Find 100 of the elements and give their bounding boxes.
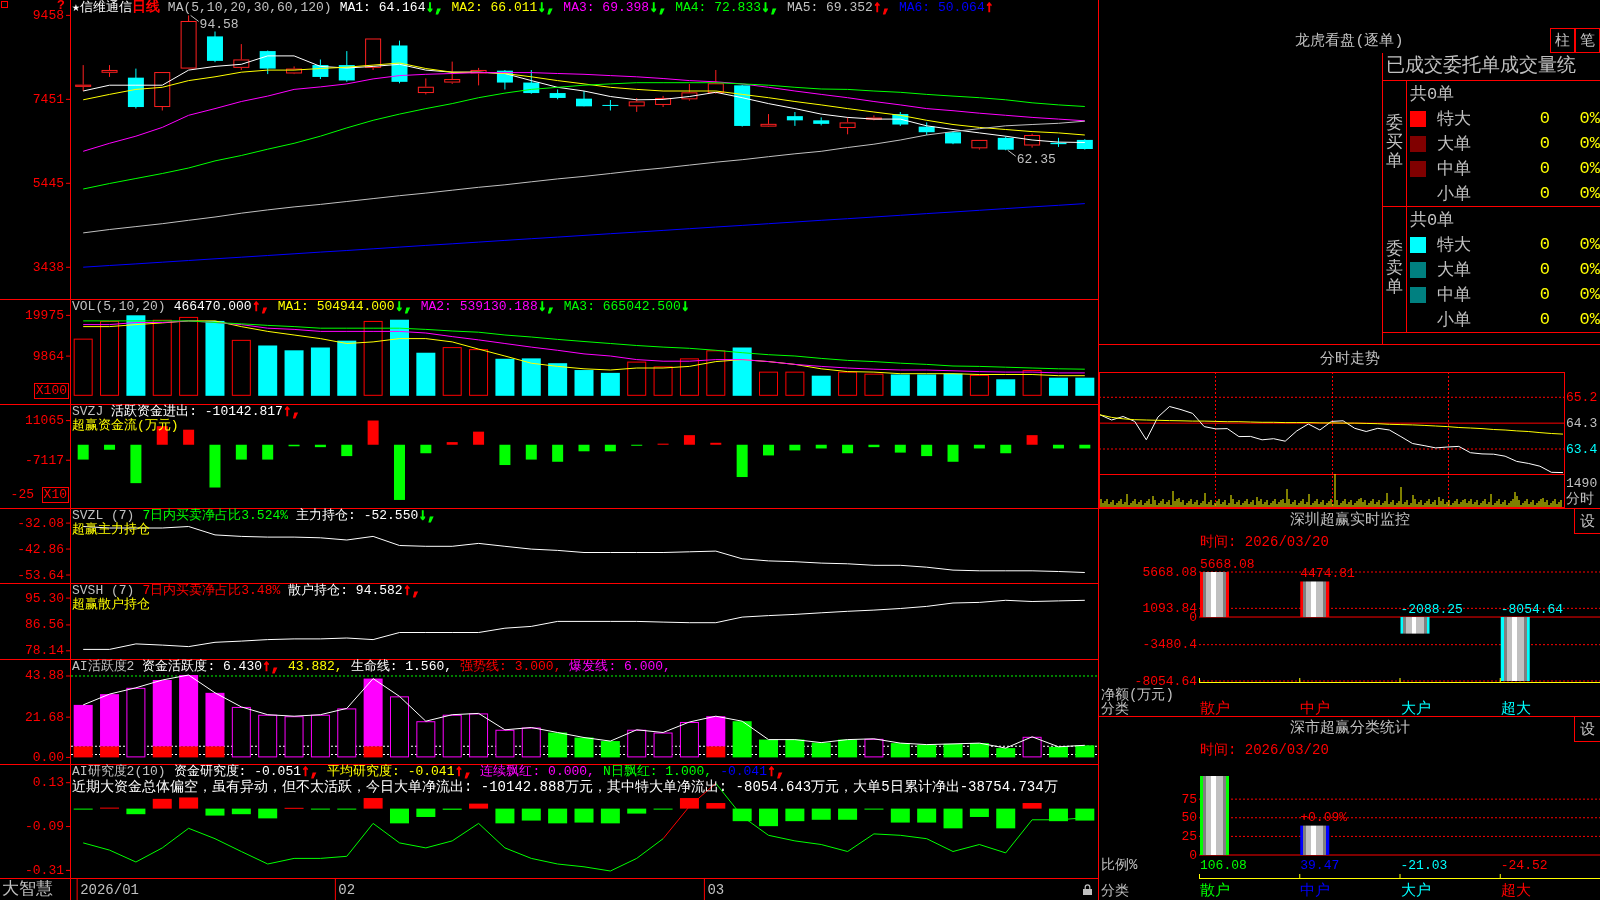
axis-label: -25 [10, 487, 34, 503]
axis-label: 63.4 [1566, 441, 1598, 457]
date-label: 03 [707, 881, 725, 898]
axis-label: 1490 [1566, 475, 1598, 491]
order-size-label: 中单 [1437, 159, 1471, 180]
order-size-label: 小单 [1437, 184, 1471, 205]
panel-title: 分时走势 [1319, 349, 1380, 368]
trend-arrow: ↓, [418, 508, 437, 523]
indicator-name: AI研究度2(10) [72, 764, 166, 779]
table-title: 已成交委托单成交量统 [1386, 55, 1576, 77]
axis-label: 65.2 [1566, 389, 1598, 405]
order-total: 共0单 [1410, 210, 1455, 231]
trend-arrow: ↑, [872, 0, 891, 15]
indicator-value: MA5: 69.352 [787, 0, 873, 15]
trend-arrow: ↑, [766, 764, 785, 779]
indicator-name: SVSH (7) [72, 583, 135, 598]
trend-arrow: ↑ [984, 0, 994, 15]
axis-label: -7117 [25, 452, 64, 468]
axis-label: 19975 [25, 307, 64, 323]
indicator-value: 466470.000 [173, 299, 252, 314]
trend-arrow: ↓, [649, 0, 668, 15]
axis-label: 21.68 [25, 709, 64, 725]
trend-arrow: ↓ [680, 299, 690, 314]
axis-label: -53.64 [17, 567, 64, 583]
order-percent: 0% [1579, 235, 1600, 254]
order-size-label: 大单 [1437, 260, 1471, 281]
trend-arrow: ↑, [251, 299, 270, 314]
period-label: 日线 [131, 0, 160, 15]
indicator-value: N日飘红: 1.000, [602, 764, 713, 779]
order-count: 0 [1539, 285, 1550, 304]
axis-label: -0.31 [25, 862, 64, 878]
indicator-value: 爆发线: 6.000, [569, 659, 671, 674]
order-percent: 0% [1579, 184, 1600, 203]
indicator-value: MA3: 69.398 [563, 0, 650, 15]
indicator-value: 7日内买卖净占比3.48% [142, 583, 281, 598]
indicator-value: MA3: 665042.500 [563, 299, 681, 314]
indicator-caption: 超赢散户持仓 [72, 598, 150, 612]
axis-label: -0.09 [25, 819, 64, 835]
period-label: 分时 [1566, 491, 1594, 507]
indicator-value: 散户持仓: 94.582 [288, 583, 403, 598]
section-label: 委买单 [1386, 115, 1403, 172]
trend-arrow: ↓, [537, 299, 556, 314]
order-percent: 0% [1579, 285, 1600, 304]
indicator-value: 43.882, [288, 659, 343, 674]
axis-label: -32.08 [17, 515, 64, 531]
indicator-value: MA1: 64.164 [339, 0, 426, 15]
indicator-name: VOL(5,10,20) [72, 299, 166, 314]
axis-label: -42.86 [17, 541, 64, 557]
trend-arrow: ↑, [454, 764, 473, 779]
indicator-value: MA6: 50.064 [898, 0, 985, 15]
trend-arrow: ↓, [537, 0, 556, 15]
indicator-name: SVZL (7) [72, 508, 135, 523]
date-label: 2026/01 [80, 881, 139, 898]
order-percent: 0% [1579, 109, 1600, 128]
order-size-label: 特大 [1437, 235, 1471, 256]
axis-label: 7451 [32, 91, 64, 107]
order-percent: 0% [1579, 310, 1600, 329]
axis-label: 9864 [32, 348, 64, 364]
indicator-name: AI活跃度2 [72, 659, 135, 674]
price-label: 94.58 [199, 16, 239, 32]
indicator-name: MA(5,10,20,30,60,120) [167, 0, 332, 15]
trend-arrow: ↓, [394, 299, 413, 314]
indicator-value: 强势线: 3.000, [460, 659, 562, 674]
indicator-value: MA2: 539130.188 [420, 299, 538, 314]
indicator-value: 资金研究度: -0.051 [173, 764, 302, 779]
order-size-label: 大单 [1437, 134, 1471, 155]
indicator-value: MA1: 504944.000 [277, 299, 395, 314]
indicator-value: MA2: 66.011 [451, 0, 538, 15]
order-count: 0 [1539, 134, 1550, 153]
indicator-value: 资金活跃度: 6.430 [142, 659, 262, 674]
indicator-value: 连续飘红: 0.000, [480, 764, 595, 779]
order-count: 0 [1539, 159, 1550, 178]
axis-label: 0.00 [32, 749, 64, 764]
trend-arrow: ↓, [761, 0, 780, 15]
indicator-value: 生命线: 1.560, [350, 659, 453, 674]
indicator-value: MA4: 72.833 [675, 0, 761, 15]
order-percent: 0% [1579, 134, 1600, 153]
indicator-value: 7日内买卖净占比3.524% [142, 508, 289, 523]
order-size-label: 特大 [1437, 109, 1471, 130]
order-count: 0 [1539, 310, 1550, 329]
section-label: 委卖单 [1386, 241, 1403, 298]
indicator-value: 平均研究度: -0.041 [327, 764, 455, 779]
order-total: 共0单 [1410, 84, 1455, 105]
order-count: 0 [1539, 109, 1550, 128]
unit-label: X100 [33, 383, 69, 399]
order-percent: 0% [1579, 159, 1600, 178]
indicator-value: -0.041 [720, 764, 767, 779]
axis-label: 64.3 [1566, 415, 1598, 431]
trend-arrow: ↑, [301, 764, 320, 779]
indicator-value: 主力持仓: -52.550 [296, 508, 419, 523]
price-label: 62.35 [1016, 151, 1056, 167]
axis-label: 43.88 [25, 668, 64, 684]
order-size-label: 中单 [1437, 285, 1471, 306]
order-percent: 0% [1579, 260, 1600, 279]
axis-label: 11065 [25, 413, 64, 429]
axis-label: 78.14 [25, 643, 64, 659]
axis-label: 86.56 [25, 617, 64, 633]
indicator-value: 活跃资金进出: -10142.817 [111, 404, 283, 419]
order-count: 0 [1539, 260, 1550, 279]
order-size-label: 小单 [1437, 310, 1471, 331]
